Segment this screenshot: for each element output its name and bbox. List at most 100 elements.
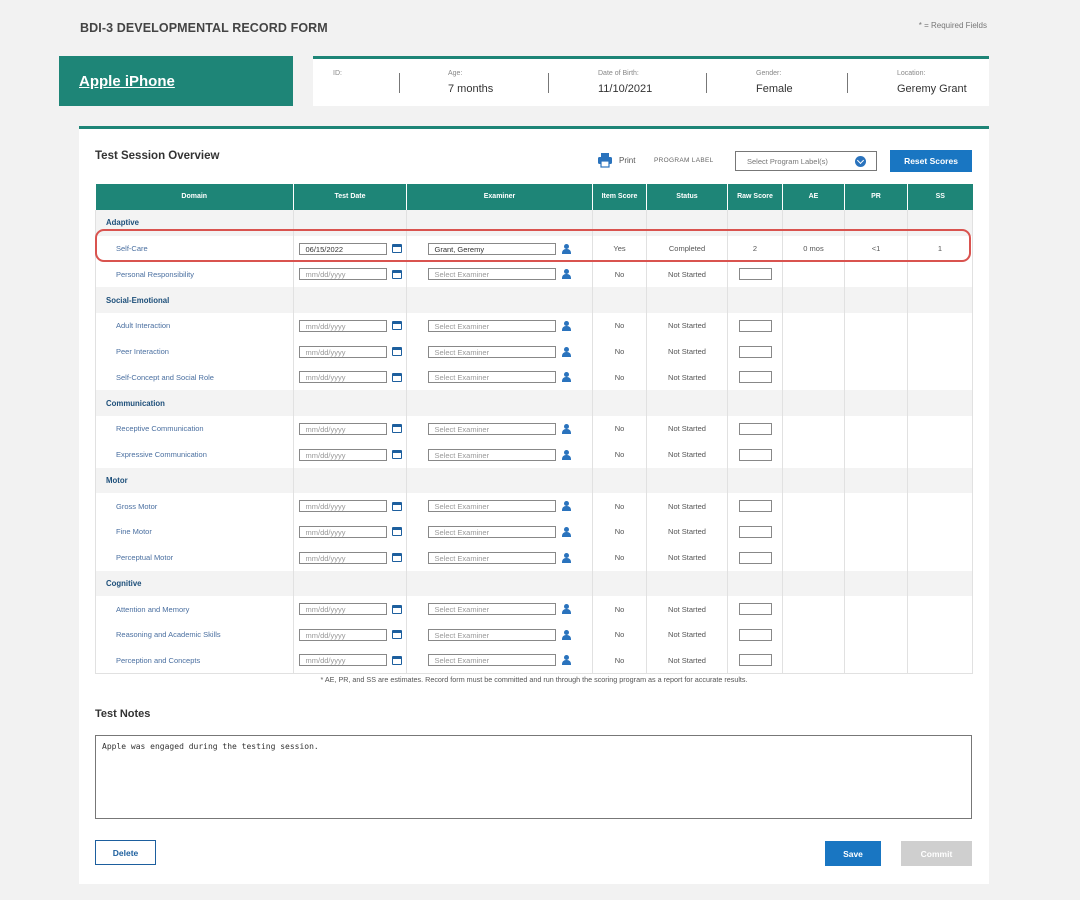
test-date-input[interactable]: mm/dd/yyyy (298, 603, 387, 616)
calendar-icon[interactable] (391, 244, 402, 254)
raw-score-input[interactable] (738, 319, 772, 332)
test-date-cell: mm/dd/yyyy (293, 416, 407, 442)
calendar-icon[interactable] (391, 450, 402, 460)
person-icon[interactable] (561, 604, 572, 615)
person-icon[interactable] (561, 372, 572, 383)
raw-score-input[interactable] (738, 268, 772, 281)
commit-button[interactable]: Commit (901, 841, 972, 866)
test-notes-textarea[interactable] (95, 735, 972, 819)
calendar-icon[interactable] (391, 630, 402, 640)
person-icon[interactable] (561, 629, 572, 640)
examiner-input[interactable]: Select Examiner (427, 628, 556, 641)
delete-button[interactable]: Delete (95, 840, 156, 865)
test-date-input[interactable]: mm/dd/yyyy (298, 448, 387, 461)
raw-score-input[interactable] (738, 371, 772, 384)
raw-score-input[interactable] (738, 422, 772, 435)
child-name-link[interactable]: Apple iPhone (79, 73, 175, 90)
examiner-cell: Select Examiner (406, 544, 593, 571)
gender-field: Gender: Female (756, 70, 793, 95)
group-spacer-cell (293, 570, 407, 597)
print-link[interactable]: Print (619, 156, 635, 165)
raw-score-input[interactable] (738, 500, 772, 513)
ss-cell (907, 493, 973, 519)
group-spacer-cell (293, 287, 407, 313)
examiner-input[interactable]: Select Examiner (427, 603, 556, 616)
person-icon[interactable] (561, 655, 572, 666)
person-icon[interactable] (561, 501, 572, 512)
examiner-input[interactable]: Select Examiner (427, 422, 556, 435)
examiner-input[interactable]: Select Examiner (427, 371, 556, 384)
calendar-icon[interactable] (391, 655, 402, 665)
raw-score-input[interactable] (738, 448, 772, 461)
examiner-input[interactable]: Select Examiner (427, 551, 556, 564)
program-label-select[interactable]: Select Program Label(s) (735, 151, 877, 171)
test-date-input[interactable]: mm/dd/yyyy (298, 525, 387, 538)
test-session-card: Test Session Overview Print PROGRAM LABE… (79, 126, 989, 884)
calendar-icon[interactable] (391, 347, 402, 357)
test-date-input[interactable]: 06/15/2022 (298, 242, 387, 255)
domain-group-name: Cognitive (95, 570, 294, 597)
col-examiner: Examiner (406, 184, 593, 210)
raw-score-input[interactable] (738, 603, 772, 616)
raw-score-input[interactable] (738, 628, 772, 641)
group-spacer-cell (592, 390, 647, 416)
pr-cell (844, 364, 908, 391)
person-icon[interactable] (561, 552, 572, 563)
group-spacer-cell (646, 287, 728, 313)
calendar-icon[interactable] (391, 553, 402, 563)
examiner-input[interactable]: Select Examiner (427, 345, 556, 358)
dob-label: Date of Birth: (598, 70, 639, 77)
person-icon[interactable] (561, 320, 572, 331)
age-label: Age: (448, 70, 463, 77)
group-spacer-cell (844, 390, 908, 416)
raw-score-input[interactable] (738, 345, 772, 358)
person-icon[interactable] (561, 269, 572, 280)
examiner-input[interactable]: Select Examiner (427, 525, 556, 538)
examiner-input[interactable]: Select Examiner (427, 654, 556, 667)
test-date-cell: 06/15/2022 (293, 235, 407, 262)
calendar-icon[interactable] (391, 424, 402, 434)
raw-score-input[interactable] (738, 654, 772, 667)
child-info-bar: ID: Age: 7 months Date of Birth: 11/10/2… (313, 56, 989, 106)
person-icon[interactable] (561, 423, 572, 434)
examiner-input[interactable]: Select Examiner (427, 268, 556, 281)
test-date-input[interactable]: mm/dd/yyyy (298, 628, 387, 641)
pr-cell (844, 647, 908, 674)
person-icon[interactable] (561, 526, 572, 537)
printer-icon[interactable] (597, 152, 613, 168)
test-date-input[interactable]: mm/dd/yyyy (298, 500, 387, 513)
save-button[interactable]: Save (825, 841, 881, 866)
group-spacer-cell (406, 287, 593, 313)
reset-scores-button[interactable]: Reset Scores (890, 150, 972, 172)
test-date-input[interactable]: mm/dd/yyyy (298, 268, 387, 281)
calendar-icon[interactable] (391, 269, 402, 279)
calendar-icon[interactable] (391, 372, 402, 382)
examiner-input[interactable]: Select Examiner (427, 500, 556, 513)
person-icon[interactable] (561, 243, 572, 254)
person-icon[interactable] (561, 346, 572, 357)
examiner-input[interactable]: Select Examiner (427, 448, 556, 461)
test-date-input[interactable]: mm/dd/yyyy (298, 345, 387, 358)
info-divider (847, 73, 848, 93)
calendar-icon[interactable] (391, 321, 402, 331)
examiner-input[interactable]: Select Examiner (427, 319, 556, 332)
person-icon[interactable] (561, 449, 572, 460)
raw-score-input[interactable] (738, 525, 772, 538)
test-date-input[interactable]: mm/dd/yyyy (298, 319, 387, 332)
raw-score-input[interactable] (738, 551, 772, 564)
test-date-input[interactable]: mm/dd/yyyy (298, 422, 387, 435)
test-date-input[interactable]: mm/dd/yyyy (298, 654, 387, 667)
test-date-input[interactable]: mm/dd/yyyy (298, 371, 387, 384)
test-date-input[interactable]: mm/dd/yyyy (298, 551, 387, 564)
group-spacer-cell (844, 467, 908, 494)
age-field: Age: 7 months (448, 70, 493, 95)
calendar-icon[interactable] (391, 604, 402, 614)
ae-cell (782, 544, 845, 571)
test-date-cell: mm/dd/yyyy (293, 364, 407, 391)
status-cell: Not Started (646, 493, 728, 519)
calendar-icon[interactable] (391, 501, 402, 511)
item-score-cell: No (592, 493, 647, 519)
examiner-input[interactable]: Grant, Geremy (427, 242, 556, 255)
calendar-icon[interactable] (391, 527, 402, 537)
test-date-cell: mm/dd/yyyy (293, 261, 407, 288)
